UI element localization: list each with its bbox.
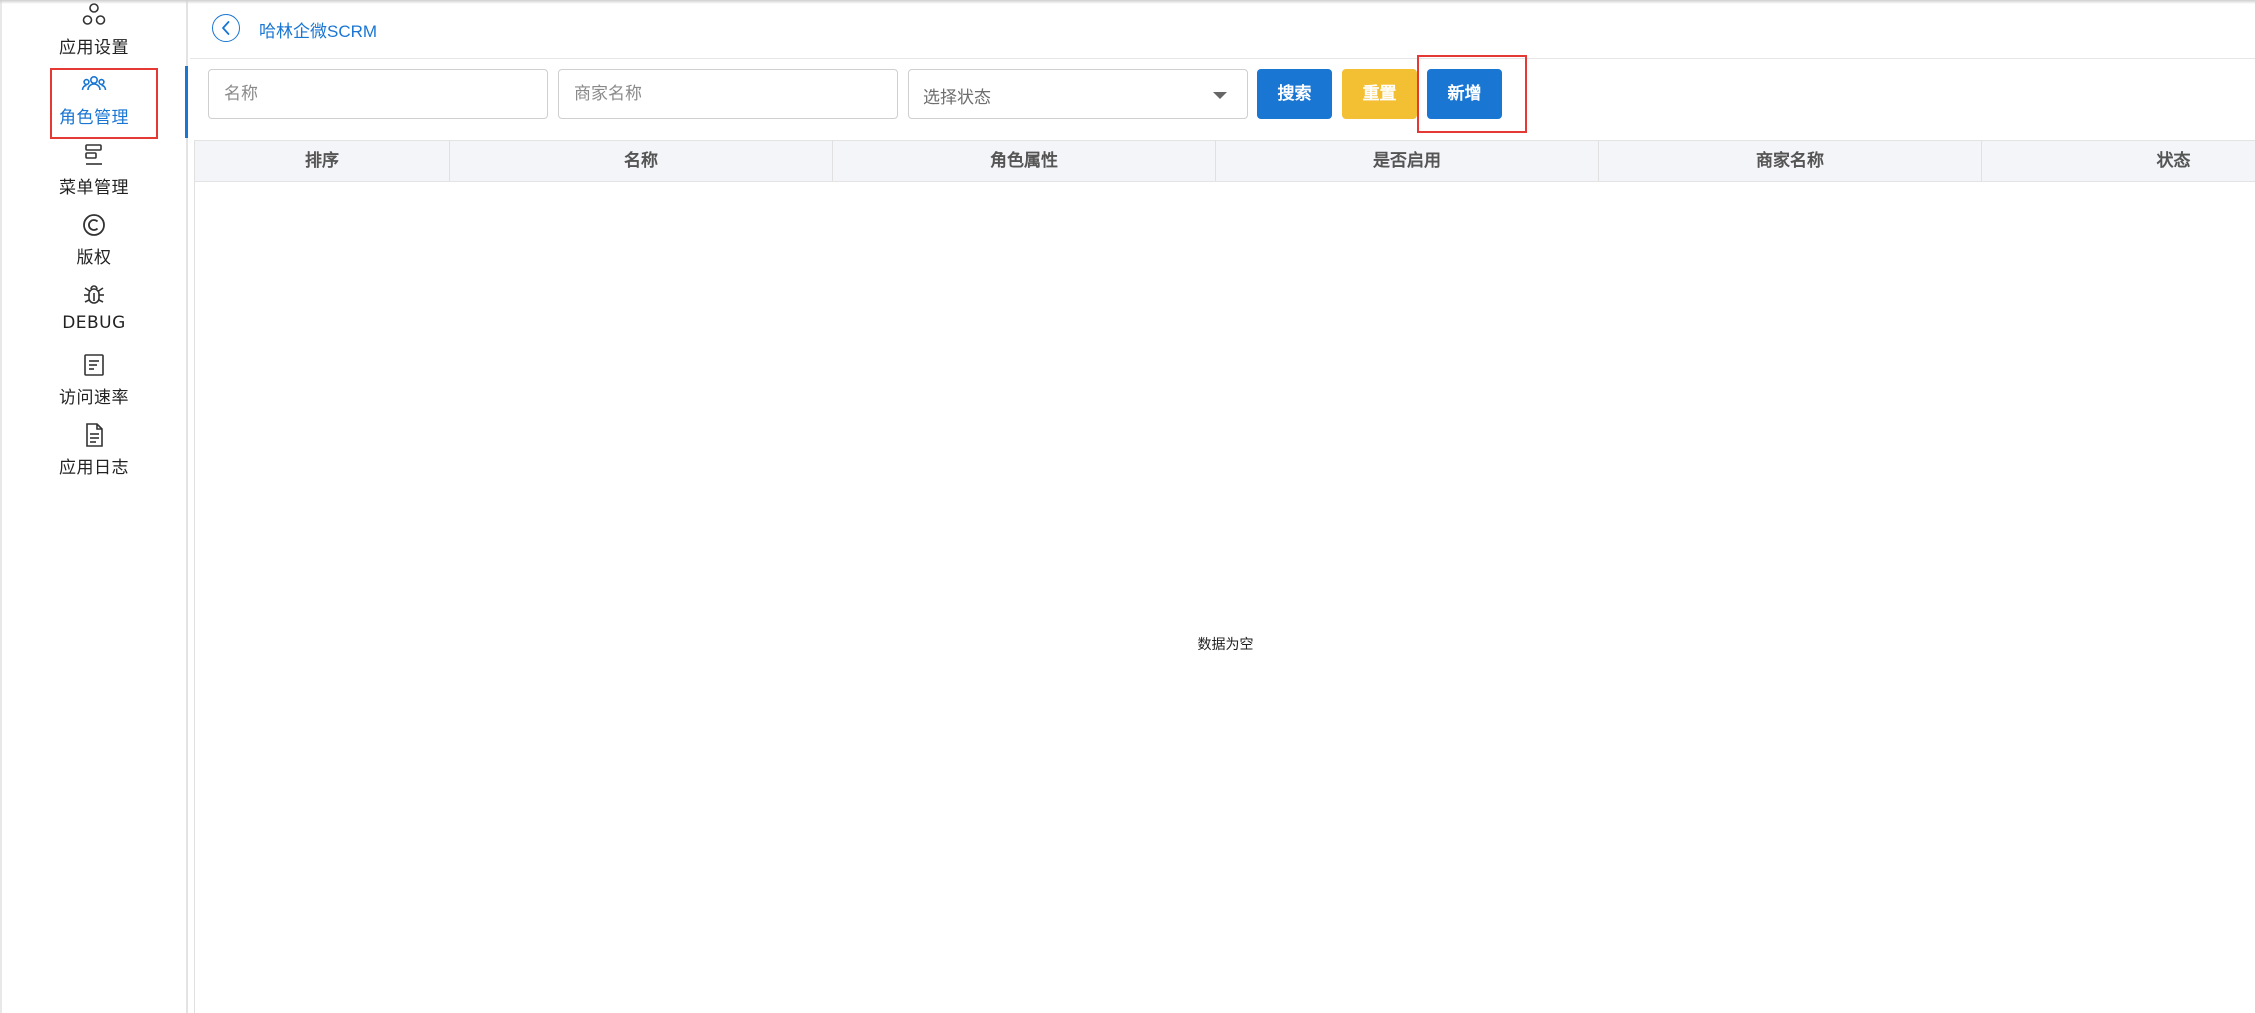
sidebar-item-access-rate[interactable]: 访问速率	[0, 352, 188, 422]
name-field[interactable]	[208, 69, 548, 119]
main-content: 哈林企微SCRM 选择状态 搜索 重置 新增 排序 名称 角色属性 是否启用 商…	[190, 0, 2255, 1013]
column-header-sort[interactable]: 排序	[195, 141, 450, 181]
role-users-icon	[81, 72, 107, 98]
menu-icon	[81, 142, 107, 168]
sidebar-item-label: 应用设置	[59, 38, 129, 58]
top-shadow	[0, 0, 2255, 4]
copyright-icon	[81, 212, 107, 238]
column-header-status[interactable]: 状态	[1982, 141, 2255, 181]
bug-icon	[81, 282, 107, 308]
column-header-name[interactable]: 名称	[450, 141, 833, 181]
active-indicator	[185, 66, 188, 138]
sidebar-item-role-management[interactable]: 角色管理	[0, 72, 188, 142]
sidebar-item-label: 版权	[76, 248, 112, 268]
empty-state-text: 数据为空	[1197, 637, 1254, 653]
sidebar-item-debug[interactable]: DEBUG	[0, 282, 188, 352]
status-select[interactable]: 选择状态	[908, 69, 1248, 119]
log-file-icon	[81, 422, 107, 448]
column-header-merchant-name[interactable]: 商家名称	[1599, 141, 1982, 181]
caret-down-icon	[1213, 92, 1227, 99]
add-button[interactable]: 新增	[1427, 69, 1502, 119]
sidebar-item-label: 角色管理	[59, 108, 129, 128]
sidebar: 应用设置 角色管理 菜单管理 版权 DEBUG 访问速率 应用日志	[0, 0, 188, 1013]
column-header-role-attribute[interactable]: 角色属性	[833, 141, 1216, 181]
column-header-enabled[interactable]: 是否启用	[1216, 141, 1599, 181]
chevron-left-icon	[222, 21, 230, 35]
merchant-name-field[interactable]	[558, 69, 898, 119]
sidebar-item-menu-management[interactable]: 菜单管理	[0, 142, 188, 212]
sidebar-item-copyright[interactable]: 版权	[0, 212, 188, 282]
reset-button[interactable]: 重置	[1342, 69, 1417, 119]
sidebar-item-label: DEBUG	[62, 313, 126, 333]
merchant-name-input[interactable]	[559, 70, 897, 118]
name-input[interactable]	[209, 70, 547, 118]
sidebar-item-label: 菜单管理	[59, 178, 129, 198]
sidebar-item-app-settings[interactable]: 应用设置	[0, 2, 188, 72]
status-select-placeholder: 选择状态	[923, 88, 991, 108]
sidebar-item-app-logs[interactable]: 应用日志	[0, 422, 188, 492]
app-settings-icon	[81, 2, 107, 28]
header: 哈林企微SCRM	[190, 0, 2255, 59]
table-header: 排序 名称 角色属性 是否启用 商家名称 状态	[195, 140, 2255, 182]
search-button[interactable]: 搜索	[1257, 69, 1332, 119]
sidebar-item-label: 应用日志	[59, 458, 129, 478]
rate-list-icon	[81, 352, 107, 378]
back-button[interactable]	[212, 14, 240, 42]
page-title: 哈林企微SCRM	[259, 22, 378, 41]
sidebar-item-label: 访问速率	[59, 388, 129, 408]
roles-table: 排序 名称 角色属性 是否启用 商家名称 状态 数据为空	[194, 140, 2255, 1013]
